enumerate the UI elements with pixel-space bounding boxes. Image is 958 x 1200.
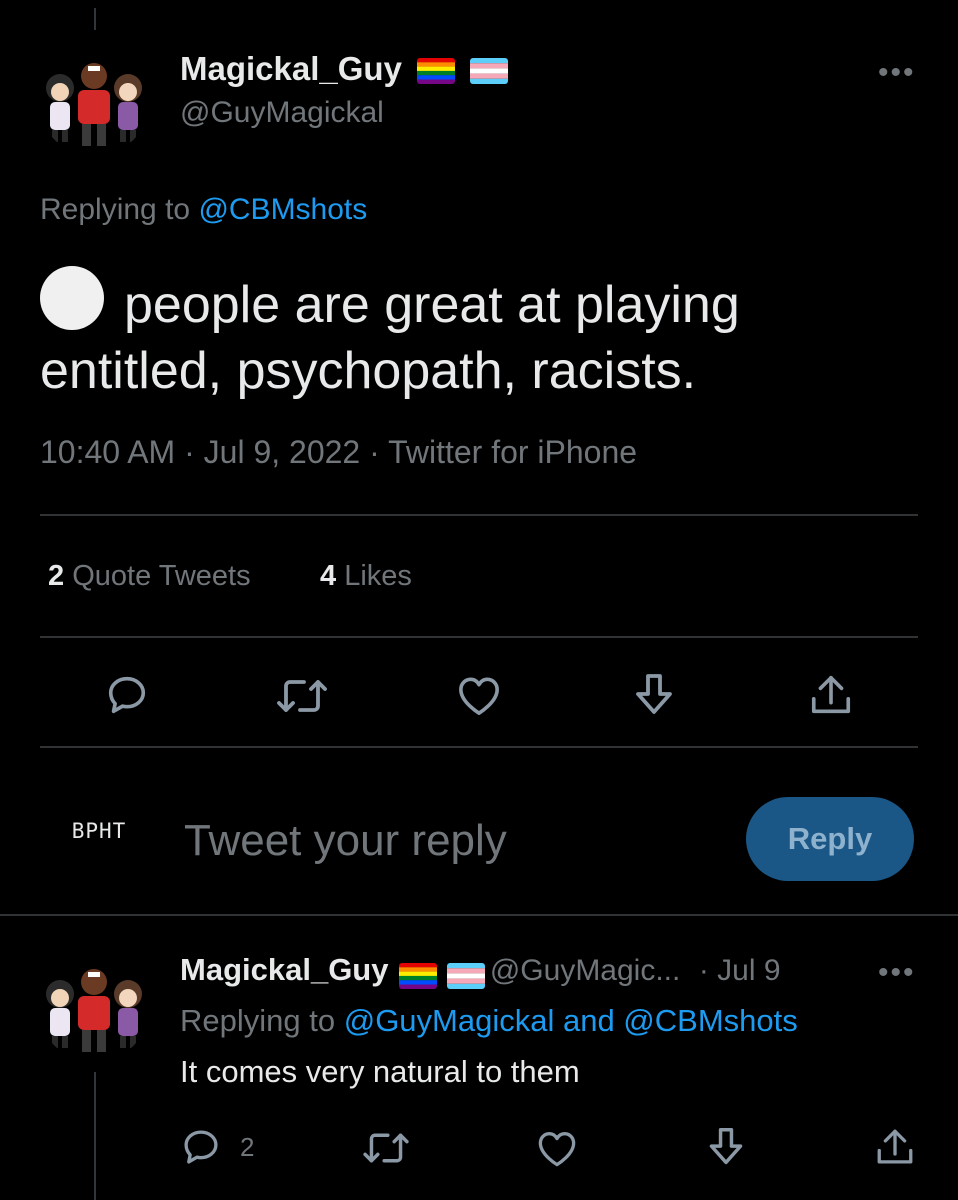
likes-stat[interactable]: 4 Likes bbox=[320, 560, 412, 593]
reply-like-icon[interactable] bbox=[536, 1128, 578, 1168]
replying-to-link[interactable]: @CBMshots bbox=[198, 193, 367, 226]
reply-text: It comes very natural to them bbox=[180, 1054, 580, 1089]
quote-label: Quote Tweets bbox=[72, 560, 251, 592]
reply-replying-to-line: Replying to @GuyMagickal and @CBMshots bbox=[180, 1003, 798, 1039]
reply-button[interactable]: Reply bbox=[746, 797, 914, 881]
reply-bookmark-icon[interactable] bbox=[706, 1126, 746, 1168]
reply-retweet-icon[interactable] bbox=[362, 1128, 410, 1168]
more-options-icon[interactable]: ••• bbox=[878, 56, 916, 90]
bookmark-icon[interactable] bbox=[632, 672, 676, 718]
thread-line bbox=[94, 8, 96, 30]
reply-author-avatar[interactable] bbox=[38, 950, 150, 1062]
like-label: Likes bbox=[344, 560, 412, 592]
thread-line bbox=[94, 1072, 96, 1200]
divider bbox=[40, 746, 918, 748]
tweet-text: people are great at playing entitled, ps… bbox=[40, 276, 740, 400]
reply-count: 2 bbox=[240, 1132, 255, 1162]
reply-icon[interactable] bbox=[104, 672, 150, 718]
reply-input[interactable]: Tweet your reply bbox=[184, 816, 507, 866]
author-name-text[interactable]: Magickal_Guy bbox=[180, 50, 402, 87]
author-name[interactable]: Magickal_Guy bbox=[180, 50, 509, 88]
replying-prefix: Replying to bbox=[40, 193, 191, 226]
white-circle-emoji-icon bbox=[40, 266, 104, 330]
rainbow-flag-icon bbox=[417, 58, 456, 85]
quote-tweets-stat[interactable]: 2 Quote Tweets bbox=[48, 560, 251, 593]
tweet-timestamp[interactable]: 10:40 AM · Jul 9, 2022 · Twitter for iPh… bbox=[40, 434, 637, 471]
trans-flag-icon bbox=[470, 58, 509, 85]
divider bbox=[0, 914, 958, 916]
reply-header: Magickal_Guy @GuyMagic... · Jul 9 bbox=[180, 952, 781, 989]
like-icon[interactable] bbox=[456, 674, 502, 716]
trans-flag-icon bbox=[447, 962, 486, 989]
author-handle[interactable]: @GuyMagickal bbox=[180, 96, 384, 130]
tweet-body: people are great at playing entitled, ps… bbox=[40, 266, 900, 404]
reply-more-options-icon[interactable]: ••• bbox=[878, 956, 916, 990]
reply-author-handle[interactable]: @GuyMagic... bbox=[490, 954, 681, 987]
quote-count: 2 bbox=[48, 560, 65, 592]
reply-reply-icon[interactable] bbox=[180, 1126, 222, 1168]
reply-replying-prefix: Replying to bbox=[180, 1003, 336, 1038]
reply-share-icon[interactable] bbox=[874, 1126, 916, 1168]
rainbow-flag-icon bbox=[398, 962, 437, 989]
replying-to-line: Replying to @CBMshots bbox=[40, 193, 367, 227]
share-icon[interactable] bbox=[808, 672, 854, 718]
reply-date[interactable]: · Jul 9 bbox=[699, 954, 781, 987]
like-count: 4 bbox=[320, 560, 337, 592]
divider bbox=[40, 636, 918, 638]
divider bbox=[40, 514, 918, 516]
retweet-icon[interactable] bbox=[276, 674, 328, 718]
reply-replying-to-link[interactable]: @GuyMagickal and @CBMshots bbox=[344, 1003, 798, 1038]
current-user-avatar[interactable]: BPHT bbox=[44, 776, 154, 886]
author-avatar[interactable] bbox=[38, 44, 150, 156]
reply-author-name[interactable]: Magickal_Guy bbox=[180, 952, 388, 987]
